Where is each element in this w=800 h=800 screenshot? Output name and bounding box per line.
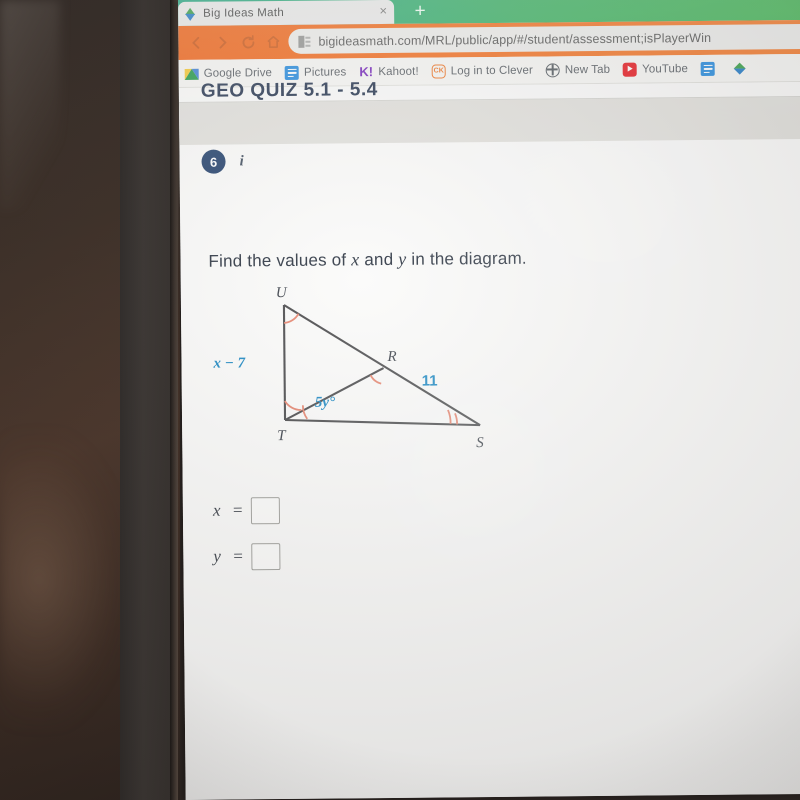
prompt-part-1: Find the values of [208, 250, 352, 271]
x-answer-input[interactable] [250, 496, 280, 524]
bookmark-label: Google Drive [203, 66, 273, 80]
tab-title: Big Ideas Math [203, 6, 285, 20]
bookmark-new-tab[interactable]: New Tab [545, 62, 611, 77]
bookmark-youtube[interactable]: YouTube [623, 62, 688, 77]
segment-US [283, 304, 481, 427]
google-drive-icon [184, 66, 199, 80]
prompt-part-3: in the diagram. [406, 248, 527, 269]
youtube-icon [623, 62, 638, 77]
big-ideas-math-favicon [184, 7, 196, 21]
angle-mark-T-1 [284, 400, 302, 411]
answer-variable-x: x [212, 500, 221, 520]
vertex-label-S: S [476, 435, 484, 451]
geometry-figure: U T S R x − 7 11 5y° [199, 281, 501, 470]
google-docs-icon [284, 65, 300, 80]
big-ideas-math-favicon [733, 61, 747, 75]
answer-row-y: y = [213, 533, 281, 580]
angle-mark-S-1 [454, 413, 458, 425]
bookmark-label: Pictures [303, 65, 347, 79]
info-icon[interactable]: i [239, 153, 243, 170]
y-answer-input[interactable] [250, 542, 281, 570]
equals-sign: = [233, 546, 244, 566]
answer-row-x: x = [213, 487, 280, 534]
equals-sign: = [232, 500, 243, 520]
site-info-icon [298, 35, 311, 48]
bezel-reflection [0, 0, 60, 210]
globe-icon [545, 62, 560, 77]
prompt-variable-x: x [351, 249, 360, 270]
address-bar-text: bigideasmath.com/MRL/public/app/#/studen… [318, 30, 712, 49]
side-label-x-minus-7: x − 7 [212, 355, 245, 371]
assessment-page: GEO QUIZ 5.1 - 5.4 6 i Find the values o… [178, 79, 800, 800]
vertex-label-R: R [386, 349, 396, 365]
question-header: 6 i [201, 149, 244, 174]
bookmark-big-ideas-math[interactable] [733, 61, 752, 75]
prompt-variable-y: y [398, 248, 407, 269]
close-icon[interactable]: × [379, 3, 387, 18]
home-icon[interactable] [265, 34, 281, 50]
vertex-label-T: T [277, 428, 287, 444]
vertex-label-U: U [276, 285, 288, 301]
triangle-diagram-svg: U T S R x − 7 11 5y° [212, 285, 484, 451]
question-number-badge: 6 [201, 149, 226, 174]
address-bar[interactable]: bigideasmath.com/MRL/public/app/#/studen… [288, 23, 800, 54]
back-arrow-icon[interactable] [188, 35, 204, 51]
angle-mark-U [283, 313, 300, 324]
angle-mark-S-2 [447, 409, 452, 424]
angle-mark-T-2 [301, 405, 308, 420]
bookmark-kahoot[interactable]: K! Kahoot! [359, 64, 418, 79]
bookmark-google-drive[interactable]: Google Drive [184, 66, 273, 81]
bookmark-label: YouTube [642, 62, 689, 76]
browser-tab[interactable]: Big Ideas Math × [178, 0, 395, 26]
google-docs-icon [700, 61, 716, 76]
question-prompt: Find the values of x and y in the diagra… [208, 248, 526, 272]
clever-icon: CK [431, 63, 446, 79]
screen-edge [170, 0, 178, 800]
bookmark-label: Log in to Clever [450, 64, 533, 77]
page-header-band [178, 97, 800, 145]
kahoot-icon: K! [359, 63, 374, 79]
bookmark-label: New Tab [564, 63, 611, 76]
page-title: GEO QUIZ 5.1 - 5.4 [200, 79, 378, 102]
prompt-part-2: and [359, 249, 399, 270]
new-tab-button[interactable]: + [410, 1, 430, 22]
laptop-screen: Big Ideas Math × + bigideasmath.com/MRL/… [178, 0, 800, 800]
forward-arrow-icon[interactable] [214, 34, 230, 50]
angle-label-5y: 5y° [315, 395, 335, 411]
bookmark-pictures[interactable]: Pictures [284, 65, 347, 80]
angle-mark-R [369, 374, 382, 385]
bookmark-clever[interactable]: CK Log in to Clever [431, 63, 533, 79]
bookmark-docs-2[interactable] [700, 61, 720, 76]
answer-variable-y: y [213, 546, 221, 566]
bookmark-label: Kahoot! [378, 65, 419, 78]
side-label-11: 11 [422, 373, 438, 390]
answer-fields: x = y = [213, 487, 281, 580]
reload-icon[interactable] [240, 34, 256, 50]
